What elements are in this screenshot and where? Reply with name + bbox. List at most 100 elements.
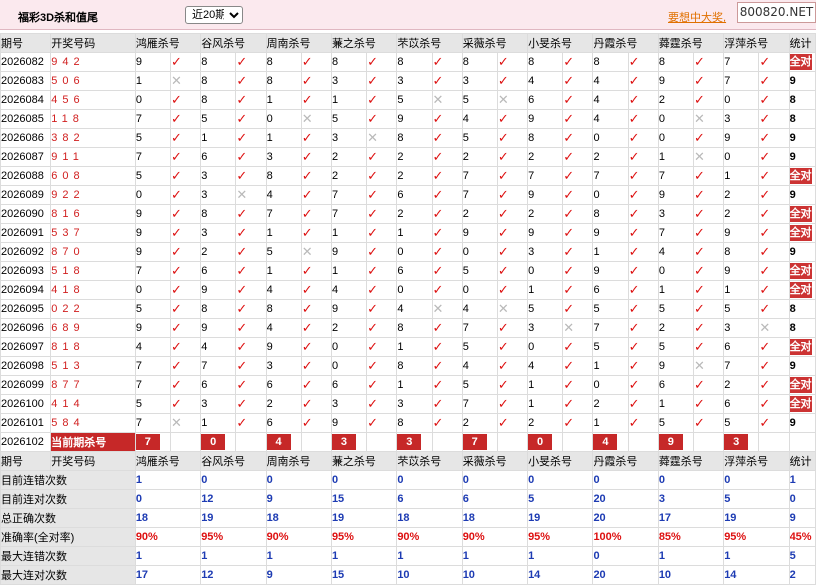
promo-link[interactable]: 要想中大奖,	[668, 9, 726, 25]
check-mark-icon: ✓	[431, 356, 463, 376]
check-mark-icon: ✓	[301, 415, 313, 430]
draw-number: 818	[50, 337, 136, 357]
col-header-issue: 期号	[0, 33, 52, 53]
check-mark-icon: ✓	[497, 225, 509, 240]
check-mark-icon: ✓	[301, 263, 313, 278]
check-mark-icon: ✓	[694, 92, 705, 107]
check-mark-icon: ✓	[367, 339, 379, 354]
issue-number: 2026098	[0, 356, 52, 376]
check-mark-icon: ✓	[496, 375, 529, 395]
check-mark-icon: ✓	[300, 261, 332, 281]
check-mark-icon: ✓	[170, 147, 202, 167]
check-mark-icon: ✓	[562, 166, 594, 186]
check-mark-icon: ✓	[759, 73, 771, 88]
cross-mark-icon: ✕	[236, 187, 248, 202]
check-mark-icon: ✓	[562, 280, 594, 300]
check-mark-icon: ✓	[563, 377, 575, 392]
stats-value: 95%	[723, 527, 790, 547]
stats-value: 0	[265, 470, 332, 490]
check-mark-icon: ✓	[563, 358, 575, 373]
draw-number: 456	[50, 90, 136, 110]
kill-value: 0	[592, 128, 629, 148]
table-row: 2026093 518 7 ✓ 6 ✓ 1 ✓ 1 ✓ 6 ✓ 5 ✓ 0 ✓ 9 ✓ 0 ✓ 9 ✓ 全对	[0, 261, 816, 281]
check-mark-icon: ✓	[693, 318, 725, 338]
check-mark-icon: ✓	[759, 358, 771, 373]
check-mark-icon: ✓	[432, 225, 444, 240]
row-stat: 全对	[788, 52, 816, 72]
kill-value: 8	[396, 413, 433, 433]
check-mark-icon: ✓	[628, 339, 640, 354]
check-mark-icon: ✓	[627, 147, 659, 167]
period-select[interactable]: 近20期	[185, 6, 243, 24]
check-mark-icon: ✓	[171, 339, 182, 354]
kill-value: 5	[461, 375, 498, 395]
check-mark-icon: ✓	[694, 339, 705, 354]
check-mark-icon: ✓	[496, 318, 529, 338]
check-mark-icon: ✓	[693, 204, 725, 224]
table-row: 2026084 456 0 ✓ 8 ✓ 1 ✓ 1 ✓ 5 ✕ 5 ✕ 6 ✓ 4 ✓ 2 ✓ 0 ✓ 8	[0, 90, 816, 110]
kill-value: 9	[592, 261, 629, 281]
check-mark-icon: ✓	[170, 242, 202, 262]
check-mark-icon: ✓	[300, 128, 332, 148]
draw-number: 870	[50, 242, 136, 262]
col-header-expert: 蒹之杀号	[330, 451, 398, 471]
check-mark-icon: ✓	[432, 244, 444, 259]
check-mark-icon: ✓	[367, 73, 379, 88]
kill-value: 6	[200, 261, 237, 281]
check-mark-icon: ✓	[236, 73, 248, 88]
stats-value: 10	[657, 565, 725, 585]
check-mark-icon: ✓	[235, 318, 267, 338]
draw-number: 418	[50, 280, 136, 300]
check-mark-icon: ✓	[431, 185, 463, 205]
check-mark-icon: ✓	[236, 111, 248, 126]
check-mark-icon: ✓	[366, 375, 398, 395]
kill-value: 7	[134, 356, 172, 376]
draw-number: 816	[50, 204, 136, 224]
kill-value: 0	[723, 147, 760, 167]
check-mark-icon: ✓	[367, 263, 379, 278]
check-mark-icon: ✓	[496, 185, 529, 205]
check-mark-icon: ✓	[496, 71, 529, 91]
cross-mark-icon: ✕	[496, 299, 529, 319]
check-mark-icon: ✓	[431, 52, 463, 72]
kill-value: 3	[200, 166, 237, 186]
issue-number: 2026090	[0, 204, 52, 224]
stats-value: 1	[200, 546, 267, 566]
correct-count: 9	[789, 246, 796, 258]
check-mark-icon: ✓	[758, 375, 790, 395]
check-mark-icon: ✓	[759, 377, 771, 392]
draw-number: 911	[50, 147, 136, 167]
table-row: 2026088 608 5 ✓ 3 ✓ 8 ✓ 2 ✓ 2 ✓ 7 ✓ 7 ✓ 7 ✓ 7 ✓ 1 ✓ 全对	[0, 166, 816, 186]
stats-value: 6	[396, 489, 463, 509]
row-stat: 全对	[788, 375, 816, 395]
col-header-expert: 芣苡杀号	[396, 451, 463, 471]
check-mark-icon: ✓	[300, 299, 332, 319]
kill-value: 0	[657, 261, 695, 281]
stats-label: 最大连对次数	[0, 565, 136, 585]
kill-value: 9	[461, 223, 498, 243]
kill-value: 7	[527, 166, 564, 186]
check-mark-icon: ✓	[235, 261, 267, 281]
row-stat: 全对	[788, 261, 816, 281]
draw-number: 877	[50, 375, 136, 395]
check-mark-icon: ✓	[301, 168, 313, 183]
kill-value: 2	[396, 204, 433, 224]
kill-value: 7	[723, 356, 760, 376]
stats-row: 目前连错次数 1 0 0 0 0 0 0 0 0 0 1	[0, 470, 816, 490]
kill-value: 6	[330, 375, 368, 395]
draw-number: 506	[50, 71, 136, 91]
check-mark-icon: ✓	[367, 168, 379, 183]
check-mark-icon: ✓	[171, 358, 182, 373]
issue-number: 2026082	[0, 52, 52, 72]
kill-value: 8	[657, 52, 695, 72]
kill-value: 5	[592, 299, 629, 319]
check-mark-icon: ✓	[693, 128, 725, 148]
stats-value: 14	[527, 565, 594, 585]
kill-value: 2	[723, 185, 760, 205]
draw-number: 537	[50, 223, 136, 243]
kill-value: 6	[265, 413, 302, 433]
kill-value: 9	[396, 109, 433, 129]
stats-value: 12	[200, 489, 267, 509]
check-mark-icon: ✓	[497, 358, 509, 373]
check-mark-icon: ✓	[496, 280, 529, 300]
